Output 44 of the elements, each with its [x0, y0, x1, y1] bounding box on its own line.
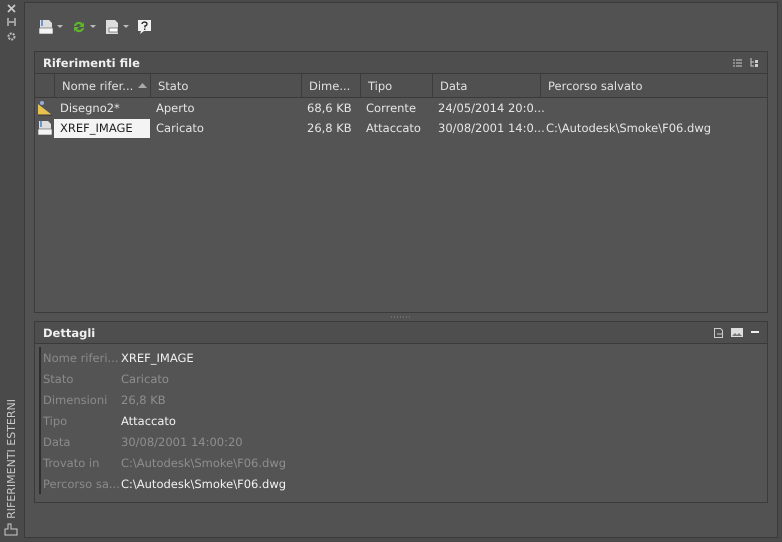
detail-value: 26,8 KB: [121, 392, 167, 406]
detail-value: Caricato: [121, 372, 170, 386]
refresh-icon: [71, 19, 87, 35]
drawing-icon: [36, 100, 52, 116]
caret-icon: [123, 25, 129, 29]
table-cell-text: Corrente: [365, 101, 418, 115]
refresh-button[interactable]: [71, 19, 96, 35]
table-cell-text: 68,6 KB: [306, 101, 353, 115]
tree-view-icon[interactable]: [750, 58, 759, 68]
detail-value: 30/08/2001 14:00:20: [121, 434, 244, 448]
document-icon: [104, 19, 120, 35]
dwg-file-icon: [38, 19, 54, 35]
detail-value: C:\Autodesk\Smoke\F06.dwg: [121, 456, 288, 470]
panel-title: Riferimenti file: [43, 56, 140, 70]
panel-title: Dettagli: [43, 326, 96, 340]
reference-name-cell[interactable]: XREF_IMAGE: [54, 118, 150, 138]
table-cell-text: Caricato: [155, 121, 205, 135]
collapse-icon[interactable]: [751, 331, 759, 334]
settings-icon[interactable]: [6, 31, 16, 42]
column-header[interactable]: Nome rifer...: [54, 74, 150, 97]
caret-icon: [90, 25, 96, 29]
column-header[interactable]: Dime...: [301, 74, 360, 97]
image-preview-icon[interactable]: [731, 328, 743, 337]
dwg-file-icon: [36, 120, 52, 136]
column-header[interactable]: Tipo: [360, 74, 432, 97]
change-path-button[interactable]: [104, 19, 129, 35]
palette-title: RIFERIMENTI ESTERNI: [4, 399, 18, 519]
column-header[interactable]: Stato: [150, 74, 301, 97]
table-cell-text: 26,8 KB: [306, 121, 353, 135]
reference-name-cell[interactable]: Disegno2*: [54, 98, 150, 118]
help-button[interactable]: [137, 19, 152, 35]
detail-value: Attaccato: [121, 414, 177, 428]
detail-value: C:\Autodesk\Smoke\F06.dwg: [121, 476, 288, 490]
table-cell-text: Attaccato: [365, 121, 422, 135]
help-icon: [137, 19, 152, 35]
column-header[interactable]: Data: [432, 74, 540, 97]
column-header[interactable]: Percorso salvato: [540, 74, 767, 97]
detail-value: XREF_IMAGE: [121, 350, 195, 364]
document-icon[interactable]: [714, 328, 723, 338]
attach-dwg-button[interactable]: [38, 19, 63, 35]
table-cell-text: Aperto: [155, 101, 196, 115]
list-view-icon[interactable]: [733, 58, 742, 66]
caret-icon: [57, 25, 63, 29]
close-icon[interactable]: [6, 4, 16, 13]
